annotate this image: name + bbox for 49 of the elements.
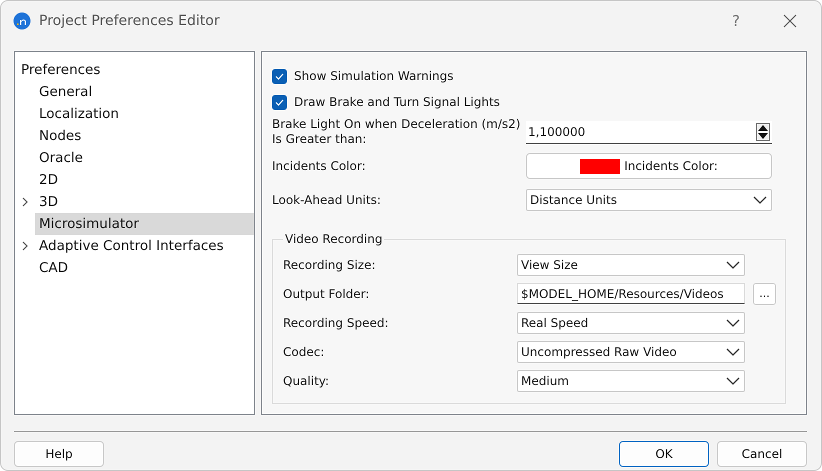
folder-path-field[interactable]: $MODEL_HOME/Resources/Videos (517, 283, 745, 304)
tree-item[interactable]: 3D (35, 191, 254, 213)
close-icon[interactable] (783, 14, 797, 28)
chevron-right-icon[interactable] (20, 241, 30, 251)
browse-button[interactable]: ... (753, 282, 776, 304)
dialog-button[interactable]: Cancel (717, 441, 807, 467)
window-title: Project Preferences Editor (39, 13, 221, 29)
tree-item[interactable]: Adaptive Control Interfaces (35, 235, 254, 257)
tree-item[interactable]: CAD (35, 257, 254, 279)
checkbox[interactable] (272, 68, 287, 84)
dialog-button[interactable]: Help (14, 441, 104, 467)
setting-label: Recording Speed: (283, 316, 390, 330)
group-title: Video Recording (283, 232, 384, 246)
chevron-down-icon (726, 348, 740, 356)
tree-item[interactable]: Microsimulator (35, 213, 254, 235)
tree-item[interactable]: Localization (35, 103, 254, 125)
dropdown[interactable]: Real Speed (517, 312, 745, 334)
chevron-down-icon (726, 260, 740, 268)
app-logo-icon (13, 12, 31, 30)
dialog-button[interactable]: OK (619, 441, 709, 467)
setting-label: Output Folder: (283, 286, 370, 300)
setting-label: Recording Size: (283, 258, 377, 272)
dropdown[interactable]: Distance Units (526, 189, 772, 211)
chevron-down-icon (753, 196, 767, 204)
checkmark-icon (275, 72, 284, 80)
dropdown[interactable]: Medium (517, 370, 745, 392)
number-spinner[interactable]: 1,100000 (526, 120, 772, 144)
setting-label: Look-Ahead Units: (272, 192, 382, 208)
help-title-button[interactable]: ? (713, 12, 759, 30)
setting-label: Codec: (283, 344, 326, 358)
dropdown[interactable]: Uncompressed Raw Video (517, 340, 745, 362)
checkmark-icon (275, 98, 284, 106)
tree-item[interactable]: Nodes (35, 125, 254, 147)
tree-item[interactable]: 2D (35, 169, 254, 191)
tree-item[interactable]: Oracle (35, 147, 254, 169)
setting-label: Incidents Color: (272, 158, 367, 174)
chevron-right-icon[interactable] (20, 197, 30, 207)
checkbox[interactable] (272, 94, 287, 110)
checkbox-label[interactable]: Draw Brake and Turn Signal Lights (294, 95, 500, 109)
dropdown[interactable]: View Size (517, 254, 745, 276)
tree-item[interactable]: General (35, 81, 254, 103)
chevron-down-icon (726, 318, 740, 326)
setting-label: Quality: (283, 374, 330, 388)
chevron-down-icon (726, 376, 740, 384)
spinner-arrows-icon[interactable] (756, 122, 770, 140)
checkbox-label[interactable]: Show Simulation Warnings (294, 69, 454, 83)
tree-root[interactable]: Preferences (15, 59, 254, 81)
setting-label: Brake Light On when Deceleration (m/s2) Is Greater than: (272, 117, 522, 147)
color-button[interactable]: Incidents Color: (526, 153, 772, 179)
